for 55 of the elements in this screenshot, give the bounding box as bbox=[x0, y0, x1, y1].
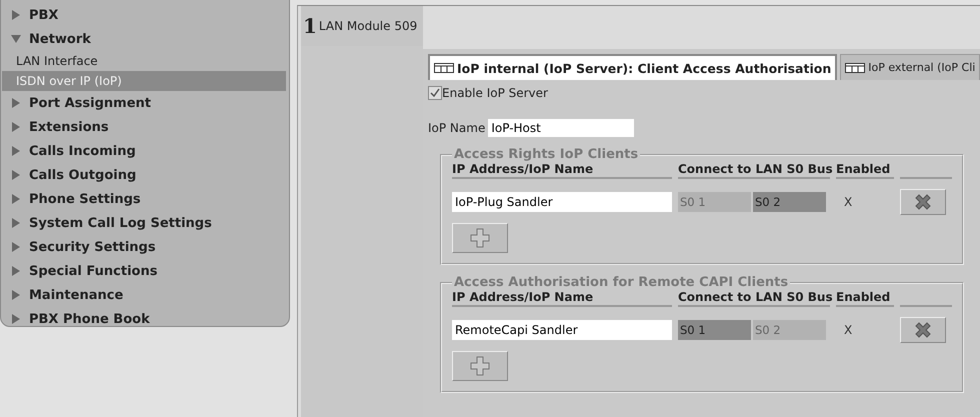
triangle-right-icon[interactable] bbox=[11, 314, 21, 324]
plus-icon bbox=[469, 355, 491, 377]
module-label: LAN Module 509 bbox=[318, 19, 418, 33]
enabled-value: X bbox=[843, 323, 854, 337]
triangle-right-icon[interactable] bbox=[11, 98, 21, 108]
column-header: IP Address/IoP Name bbox=[452, 290, 672, 307]
triangle-right-icon[interactable] bbox=[11, 146, 21, 156]
sidebar-item[interactable]: Network bbox=[11, 27, 286, 51]
address-field[interactable]: RemoteCapi Sandler bbox=[452, 320, 672, 340]
sidebar-item[interactable]: System Call Log Settings bbox=[11, 211, 286, 235]
delete-button[interactable] bbox=[900, 189, 946, 215]
triangle-right-icon[interactable] bbox=[11, 122, 21, 132]
triangle-right-icon[interactable] bbox=[11, 290, 21, 300]
table-icon bbox=[845, 62, 866, 72]
plus-icon bbox=[469, 227, 491, 249]
column-header: Connect to LAN S0 Bus bbox=[678, 162, 830, 179]
sidebar-item[interactable]: Phone Settings bbox=[11, 187, 286, 211]
bus-toggle[interactable]: S0 1 bbox=[678, 320, 751, 340]
triangle-right-icon[interactable] bbox=[11, 242, 21, 252]
sidebar-item[interactable]: Maintenance bbox=[11, 283, 286, 307]
column-header: Connect to LAN S0 Bus bbox=[678, 290, 830, 307]
triangle-right-icon[interactable] bbox=[11, 10, 21, 20]
tab[interactable]: IoP external (IoP Cli bbox=[840, 54, 980, 80]
delete-button[interactable] bbox=[900, 317, 946, 343]
add-button[interactable] bbox=[452, 351, 508, 381]
table-icon bbox=[434, 63, 454, 73]
sidebar-item[interactable]: PBX bbox=[11, 3, 286, 27]
field-label: IoP Name bbox=[428, 121, 486, 135]
sidebar-item[interactable]: Security Settings bbox=[11, 235, 286, 259]
group-title: Access Authorisation for Remote CAPI Clients bbox=[453, 275, 790, 290]
checkbox-label: Enable IoP Server bbox=[442, 86, 548, 100]
add-button[interactable] bbox=[452, 223, 508, 253]
triangle-down-icon[interactable] bbox=[11, 34, 21, 44]
column-header: Enabled bbox=[836, 290, 894, 307]
enabled-value: X bbox=[843, 195, 854, 209]
triangle-right-icon[interactable] bbox=[11, 170, 21, 180]
triangle-right-icon[interactable] bbox=[11, 266, 21, 276]
bus-toggle[interactable]: S0 2 bbox=[753, 192, 826, 212]
triangle-right-icon[interactable] bbox=[11, 194, 21, 204]
column-header: Enabled bbox=[836, 162, 894, 179]
triangle-right-icon[interactable] bbox=[11, 218, 21, 228]
sidebar-item[interactable]: PBX Phone Book bbox=[11, 307, 286, 331]
column-header: IP Address/IoP Name bbox=[452, 162, 672, 179]
sidebar-item[interactable]: Calls Incoming bbox=[11, 139, 286, 163]
sidebar-subitem[interactable]: LAN Interface bbox=[2, 51, 286, 71]
checkbox[interactable] bbox=[428, 86, 442, 100]
iop-name-field[interactable]: IoP-Host bbox=[488, 119, 634, 137]
sidebar-item[interactable]: Special Functions bbox=[11, 259, 286, 283]
sidebar-item[interactable]: Calls Outgoing bbox=[11, 163, 286, 187]
sidebar-item[interactable]: Port Assignment bbox=[11, 91, 286, 115]
module-number: 1 bbox=[303, 14, 317, 38]
address-field[interactable]: IoP-Plug Sandler bbox=[452, 192, 672, 212]
sidebar-item[interactable]: Extensions bbox=[11, 115, 286, 139]
tab[interactable]: IoP internal (IoP Server): Client Access Authorisation bbox=[428, 54, 838, 80]
group-title: Access Rights IoP Clients bbox=[453, 147, 640, 162]
